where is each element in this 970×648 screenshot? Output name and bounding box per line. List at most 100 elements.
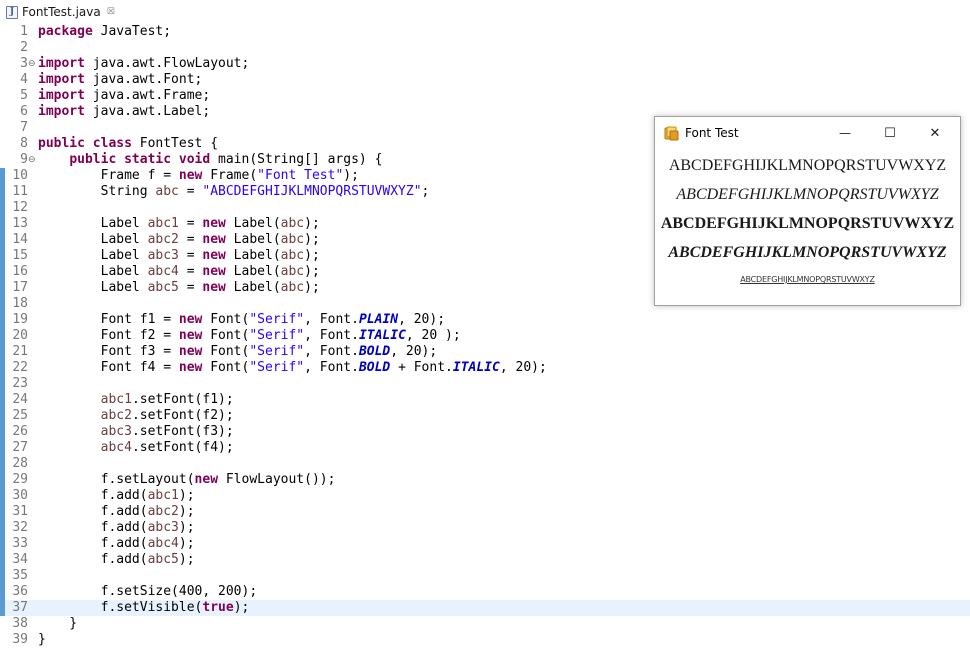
line-number: 21 <box>12 344 28 359</box>
code-line[interactable]: 32 f.add(abc3); <box>0 520 970 536</box>
line-number: 8 <box>20 136 28 151</box>
code-line[interactable]: 20 Font f2 = new Font("Serif", Font.ITAL… <box>0 328 970 344</box>
code-line[interactable]: 28 <box>0 456 970 472</box>
change-indicator <box>0 600 5 616</box>
change-indicator <box>0 232 5 248</box>
code-line[interactable]: 25 abc2.setFont(f2); <box>0 408 970 424</box>
label-default-text: ABCDEFGHIJKLMNOPQRSTUVWXYZ <box>740 275 875 284</box>
window-title-bar[interactable]: Font Test — ☐ ✕ <box>655 117 960 151</box>
code-line[interactable]: 3 ⊖ import java.awt.FlowLayout; <box>0 56 970 72</box>
line-number: 36 <box>12 584 28 599</box>
change-indicator <box>0 584 5 600</box>
minimize-button[interactable]: — <box>823 117 867 149</box>
line-number: 16 <box>12 264 28 279</box>
change-indicator <box>0 536 5 552</box>
change-indicator <box>0 488 5 504</box>
change-indicator <box>0 248 5 264</box>
line-number: 23 <box>12 376 28 391</box>
line-number: 18 <box>12 296 28 311</box>
code-line[interactable]: 36 f.setSize(400, 200); <box>0 584 970 600</box>
java-cup-icon <box>664 126 679 141</box>
code-line[interactable]: 35 <box>0 568 970 584</box>
line-number: 17 <box>12 280 28 295</box>
code-line[interactable]: 31 f.add(abc2); <box>0 504 970 520</box>
code-text: Label abc1 = new Label(abc); <box>38 216 320 231</box>
line-number: 27 <box>12 440 28 455</box>
code-line[interactable]: 1 package JavaTest; <box>0 24 970 40</box>
code-line[interactable]: 34 f.add(abc5); <box>0 552 970 568</box>
code-line[interactable]: 19 Font f1 = new Font("Serif", Font.PLAI… <box>0 312 970 328</box>
code-text: f.setLayout(new FlowLayout()); <box>38 472 336 487</box>
close-button[interactable]: ✕ <box>913 117 957 149</box>
line-number: 4 <box>20 72 28 87</box>
change-indicator <box>0 360 5 376</box>
editor-tab-fonttest[interactable]: J FontTest.java ☒ <box>2 2 119 22</box>
code-line[interactable]: 39} <box>0 632 970 648</box>
code-text: String abc = "ABCDEFGHIJKLMNOPQRSTUVWXYZ… <box>38 184 430 199</box>
code-text: public class FontTest { <box>38 136 219 151</box>
fold-toggle-icon[interactable]: ⊖ <box>28 152 36 168</box>
code-line[interactable]: 26 abc3.setFont(f3); <box>0 424 970 440</box>
tab-close-icon[interactable]: ☒ <box>107 7 115 17</box>
line-number: 37 <box>12 600 28 615</box>
change-indicator <box>0 328 5 344</box>
line-number: 32 <box>12 520 28 535</box>
label-default: ABCDEFGHIJKLMNOPQRSTUVWXYZ <box>655 275 960 284</box>
code-text: abc3.setFont(f3); <box>100 424 234 439</box>
change-indicator <box>0 440 5 456</box>
line-number: 15 <box>12 248 28 263</box>
code-line[interactable]: 22 Font f4 = new Font("Serif", Font.BOLD… <box>0 360 970 376</box>
code-text: import java.awt.Font; <box>38 72 203 87</box>
line-number: 14 <box>12 232 28 247</box>
code-text: import java.awt.Label; <box>38 104 211 119</box>
line-number: 11 <box>12 184 28 199</box>
code-text: f.add(abc1); <box>38 488 195 503</box>
change-indicator <box>0 280 5 296</box>
code-line[interactable]: 38 } <box>0 616 970 632</box>
fold-toggle-icon[interactable]: ⊖ <box>28 56 36 72</box>
code-text: Font f4 = new Font("Serif", Font.BOLD + … <box>38 360 547 375</box>
line-number: 3 <box>20 56 28 71</box>
code-line[interactable]: 27 abc4.setFont(f4); <box>0 440 970 456</box>
line-number: 38 <box>12 616 28 631</box>
code-line[interactable]: 37 f.setVisible(true); <box>0 600 970 616</box>
change-indicator <box>0 424 5 440</box>
tab-title: FontTest.java <box>22 5 101 19</box>
code-line[interactable]: 23 <box>0 376 970 392</box>
code-line[interactable]: 24 abc1.setFont(f1); <box>0 392 970 408</box>
line-number: 1 <box>20 24 28 39</box>
line-number: 31 <box>12 504 28 519</box>
change-indicator <box>0 296 5 312</box>
code-text: Label abc2 = new Label(abc); <box>38 232 320 247</box>
code-text: } <box>38 616 78 631</box>
code-line[interactable]: 2 <box>0 40 970 56</box>
editor-tab-bar: J FontTest.java ☒ <box>0 0 970 22</box>
change-indicator <box>0 376 5 392</box>
window-content: ABCDEFGHIJKLMNOPQRSTUVWXYZ ABCDEFGHIJKLM… <box>655 151 960 305</box>
code-line[interactable]: 33 f.add(abc4); <box>0 536 970 552</box>
close-icon: ✕ <box>929 125 941 141</box>
code-text: abc2.setFont(f2); <box>100 408 234 423</box>
change-indicator <box>0 472 5 488</box>
code-text: Font f1 = new Font("Serif", Font.PLAIN, … <box>38 312 446 327</box>
label-bold: ABCDEFGHIJKLMNOPQRSTUVWXYZ <box>660 215 955 232</box>
maximize-button[interactable]: ☐ <box>868 117 912 149</box>
change-indicator <box>0 264 5 280</box>
line-number: 29 <box>12 472 28 487</box>
code-line[interactable]: 30 f.add(abc1); <box>0 488 970 504</box>
code-line[interactable]: 29 f.setLayout(new FlowLayout()); <box>0 472 970 488</box>
line-number: 5 <box>20 88 28 103</box>
code-line[interactable]: 4 import java.awt.Font; <box>0 72 970 88</box>
code-line[interactable]: 21 Font f3 = new Font("Serif", Font.BOLD… <box>0 344 970 360</box>
change-indicator <box>0 552 5 568</box>
code-text: Font f2 = new Font("Serif", Font.ITALIC,… <box>38 328 461 343</box>
change-indicator <box>0 184 5 200</box>
font-test-window[interactable]: Font Test — ☐ ✕ ABCDEFGHIJKLMNOPQRSTUVWX… <box>654 116 961 306</box>
code-text: f.setVisible(true); <box>38 600 250 615</box>
change-indicator <box>0 344 5 360</box>
code-line[interactable]: 5 import java.awt.Frame; <box>0 88 970 104</box>
code-text: public static void main(String[] args) { <box>69 152 383 167</box>
code-text: f.add(abc3); <box>38 520 195 535</box>
line-number: 30 <box>12 488 28 503</box>
line-number: 25 <box>12 408 28 423</box>
